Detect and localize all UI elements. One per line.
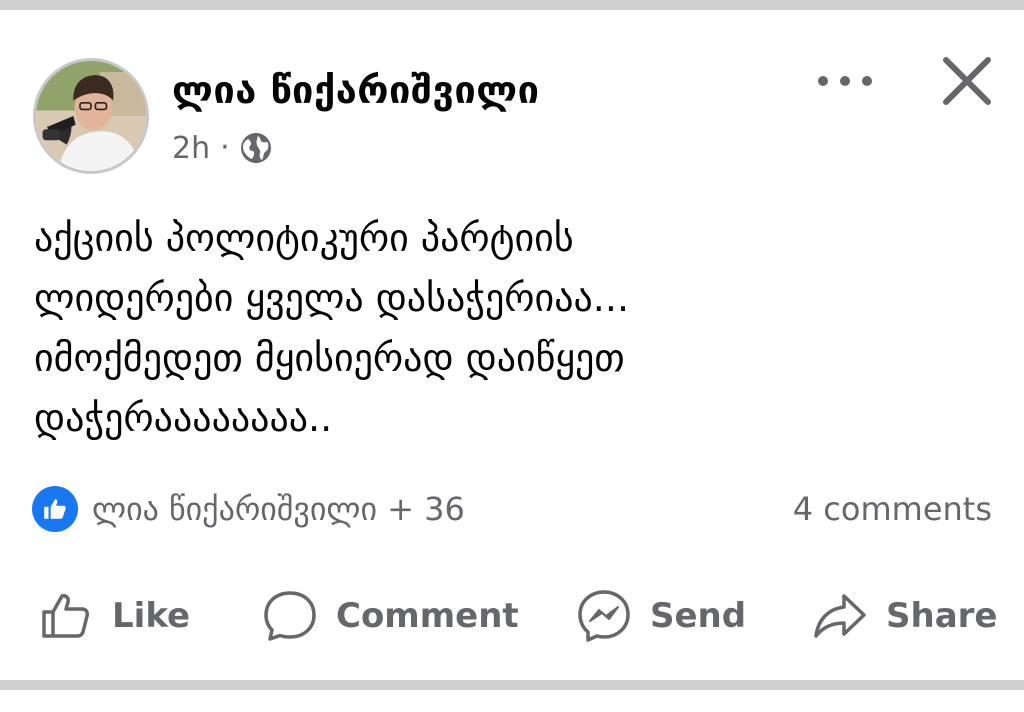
avatar-photo [36,61,146,171]
post-meta: 2h · [172,128,272,168]
close-icon [943,57,991,105]
share-arrow-icon [814,594,866,638]
post-body-line: დაჭერაააააააა.. [34,396,333,440]
more-options-button[interactable] [812,66,878,96]
like-label: Like [112,596,191,636]
comment-label: Comment [336,596,519,636]
close-button[interactable] [940,54,994,108]
post-body-line: აქციის პოლიტიკური პარტიის [34,216,574,260]
comment-bubble-icon [264,591,316,641]
meta-separator: · [220,130,230,165]
author-name[interactable]: ლია წიქარიშვილი [172,68,540,112]
post-body: აქციის პოლიტიკური პარტიის ლიდერები ყველა… [34,208,994,448]
reactions-bar: ლია წიქარიშვილი + 36 4 comments [32,484,992,534]
action-bar: Like Comment Send Share [0,586,1024,646]
post-time[interactable]: 2h [172,131,210,166]
reactors-text: ლია წიქარიშვილი + 36 [92,490,465,528]
post-body-line: ლიდერები ყველა დასაჭერიაა... [34,276,630,320]
avatar[interactable] [33,58,149,174]
reaction-summary[interactable]: ლია წიქარიშვილი + 36 [32,486,465,532]
more-dot [840,76,850,86]
top-separator [0,0,1024,28]
like-button[interactable]: Like [38,586,190,646]
facebook-post: ლია წიქარიშვილი 2h · აქციის პოლიტიკური პ… [0,28,1024,680]
more-dot [818,76,828,86]
send-label: Send [650,596,747,636]
send-button[interactable]: Send [576,586,746,646]
globe-icon[interactable] [240,132,272,164]
like-reaction-icon [32,486,78,532]
messenger-icon [578,590,630,642]
share-button[interactable]: Share [812,586,997,646]
comments-count[interactable]: 4 comments [793,490,992,528]
bottom-separator [0,680,1024,690]
share-label: Share [886,596,998,636]
thumbs-up-icon [42,594,89,638]
comment-button[interactable]: Comment [262,586,519,646]
more-dot [862,76,872,86]
post-body-line: იმოქმედეთ მყისიერად დაიწყეთ [34,336,625,380]
